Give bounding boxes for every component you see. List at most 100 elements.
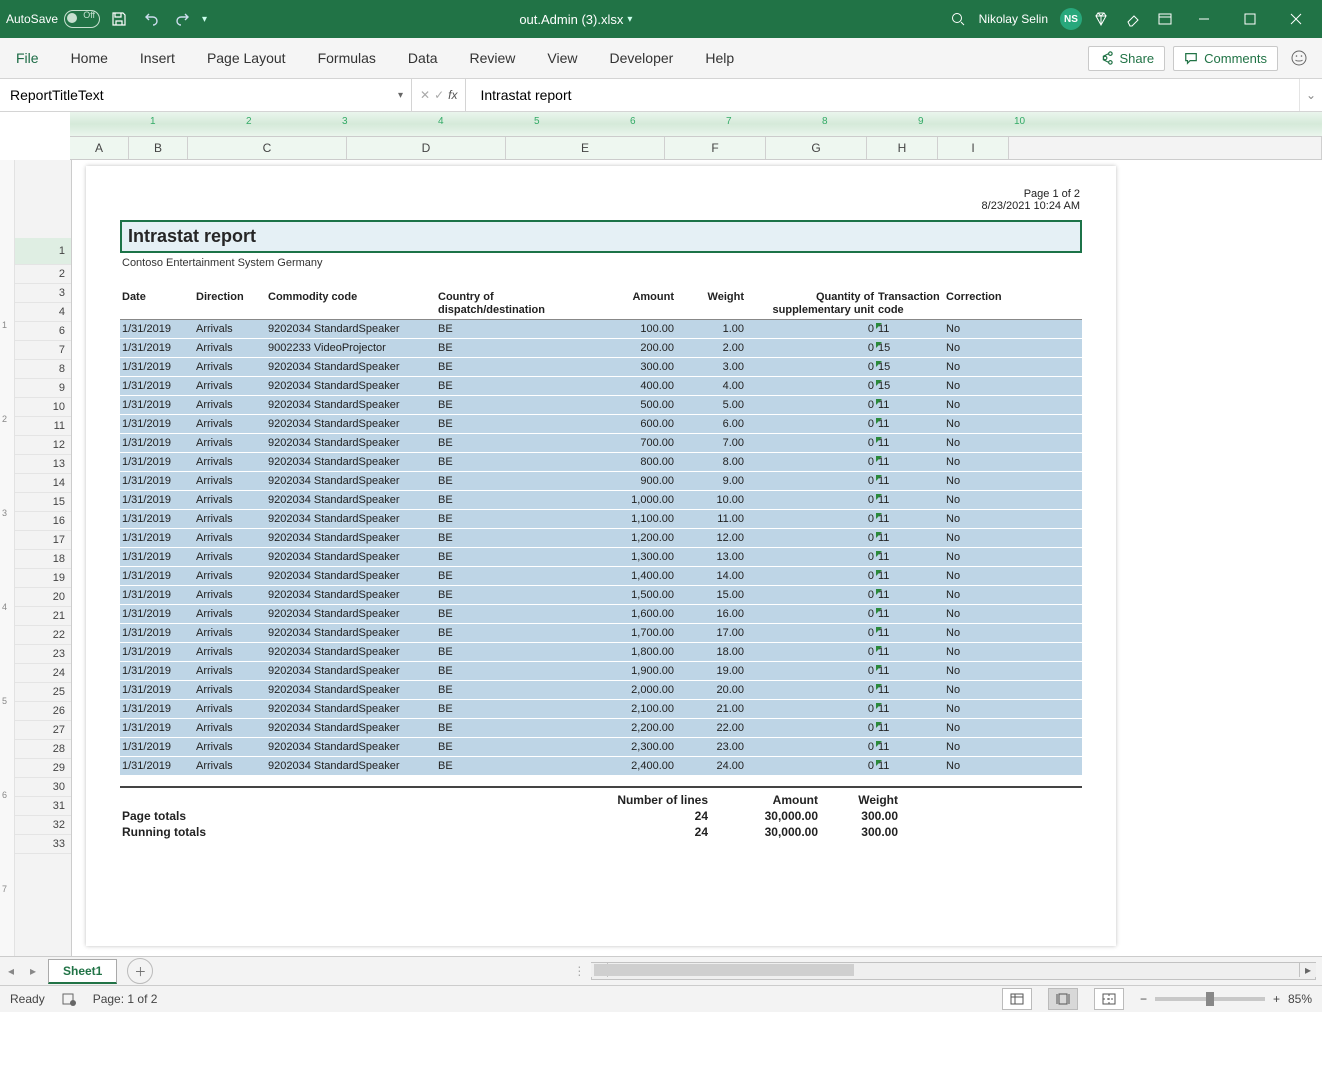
view-normal-icon[interactable] bbox=[1002, 988, 1032, 1010]
table-row[interactable]: 1/31/2019Arrivals9002233 VideoProjectorB… bbox=[120, 339, 1082, 358]
table-row[interactable]: 1/31/2019Arrivals9202034 StandardSpeaker… bbox=[120, 434, 1082, 453]
split-handle-icon[interactable]: ⋮ bbox=[573, 964, 585, 978]
row-header[interactable]: 25 bbox=[15, 683, 71, 702]
row-header[interactable]: 17 bbox=[15, 531, 71, 550]
column-header[interactable]: A bbox=[70, 137, 129, 159]
sheet-nav-prev-icon[interactable]: ◂ bbox=[0, 964, 22, 978]
row-header[interactable]: 15 bbox=[15, 493, 71, 512]
row-header[interactable]: 18 bbox=[15, 550, 71, 569]
close-button[interactable] bbox=[1276, 0, 1316, 38]
search-icon[interactable] bbox=[945, 6, 971, 32]
tab-developer[interactable]: Developer bbox=[604, 44, 680, 72]
table-row[interactable]: 1/31/2019Arrivals9202034 StandardSpeaker… bbox=[120, 643, 1082, 662]
column-header[interactable]: D bbox=[347, 137, 506, 159]
table-row[interactable]: 1/31/2019Arrivals9202034 StandardSpeaker… bbox=[120, 396, 1082, 415]
row-header[interactable]: 6 bbox=[15, 322, 71, 341]
save-icon[interactable] bbox=[106, 6, 132, 32]
table-row[interactable]: 1/31/2019Arrivals9202034 StandardSpeaker… bbox=[120, 719, 1082, 738]
row-header[interactable]: 33 bbox=[15, 835, 71, 854]
table-row[interactable]: 1/31/2019Arrivals9202034 StandardSpeaker… bbox=[120, 491, 1082, 510]
table-row[interactable]: 1/31/2019Arrivals9202034 StandardSpeaker… bbox=[120, 453, 1082, 472]
column-header[interactable]: G bbox=[766, 137, 867, 159]
macro-record-icon[interactable] bbox=[61, 991, 77, 1007]
feedback-smile-icon[interactable] bbox=[1286, 45, 1312, 71]
row-headers[interactable]: 1234678910111213141516171819202122232425… bbox=[15, 160, 72, 956]
row-header[interactable]: 8 bbox=[15, 360, 71, 379]
row-header[interactable]: 4 bbox=[15, 303, 71, 322]
accept-formula-icon[interactable]: ✓ bbox=[434, 88, 444, 102]
table-row[interactable]: 1/31/2019Arrivals9202034 StandardSpeaker… bbox=[120, 548, 1082, 567]
row-header[interactable]: 19 bbox=[15, 569, 71, 588]
redo-icon[interactable] bbox=[170, 6, 196, 32]
zoom-in-icon[interactable]: + bbox=[1273, 992, 1280, 1006]
table-row[interactable]: 1/31/2019Arrivals9202034 StandardSpeaker… bbox=[120, 681, 1082, 700]
table-row[interactable]: 1/31/2019Arrivals9202034 StandardSpeaker… bbox=[120, 738, 1082, 757]
tab-data[interactable]: Data bbox=[402, 44, 444, 72]
user-avatar[interactable]: NS bbox=[1060, 8, 1082, 30]
view-page-layout-icon[interactable] bbox=[1048, 988, 1078, 1010]
comments-button[interactable]: Comments bbox=[1173, 46, 1278, 71]
user-name[interactable]: Nikolay Selin bbox=[979, 12, 1048, 26]
formula-input-wrap[interactable] bbox=[466, 79, 1299, 111]
tab-file[interactable]: File bbox=[10, 44, 45, 72]
row-header[interactable]: 13 bbox=[15, 455, 71, 474]
row-header[interactable]: 24 bbox=[15, 664, 71, 683]
row-header[interactable]: 27 bbox=[15, 721, 71, 740]
row-header[interactable]: 26 bbox=[15, 702, 71, 721]
share-button[interactable]: Share bbox=[1088, 46, 1165, 71]
column-header[interactable]: B bbox=[129, 137, 188, 159]
row-header[interactable]: 14 bbox=[15, 474, 71, 493]
zoom-out-icon[interactable]: − bbox=[1140, 992, 1147, 1006]
scroll-right-icon[interactable]: ▸ bbox=[1299, 963, 1316, 977]
row-header[interactable]: 30 bbox=[15, 778, 71, 797]
sheet-nav-next-icon[interactable]: ▸ bbox=[22, 964, 44, 978]
column-header[interactable]: I bbox=[938, 137, 1009, 159]
autosave-toggle[interactable]: AutoSave Off bbox=[6, 10, 100, 28]
title-dropdown-icon[interactable]: ▾ bbox=[627, 14, 632, 25]
row-header[interactable]: 12 bbox=[15, 436, 71, 455]
row-header[interactable]: 23 bbox=[15, 645, 71, 664]
row-header[interactable]: 9 bbox=[15, 379, 71, 398]
tab-view[interactable]: View bbox=[541, 44, 583, 72]
column-headers[interactable]: ABCDEFGHI bbox=[70, 137, 1322, 160]
column-header[interactable]: E bbox=[506, 137, 665, 159]
tab-review[interactable]: Review bbox=[464, 44, 522, 72]
row-header[interactable]: 32 bbox=[15, 816, 71, 835]
cancel-formula-icon[interactable]: ✕ bbox=[420, 88, 430, 102]
scrollbar-thumb[interactable] bbox=[594, 964, 854, 976]
name-box[interactable]: ▾ bbox=[0, 79, 412, 111]
table-row[interactable]: 1/31/2019Arrivals9202034 StandardSpeaker… bbox=[120, 624, 1082, 643]
row-header[interactable]: 21 bbox=[15, 607, 71, 626]
row-header[interactable]: 31 bbox=[15, 797, 71, 816]
eraser-icon[interactable] bbox=[1120, 6, 1146, 32]
row-header[interactable]: 3 bbox=[15, 284, 71, 303]
row-header[interactable]: 10 bbox=[15, 398, 71, 417]
column-header[interactable]: C bbox=[188, 137, 347, 159]
row-header[interactable]: 7 bbox=[15, 341, 71, 360]
row-header[interactable]: 11 bbox=[15, 417, 71, 436]
qat-customize-icon[interactable]: ▾ bbox=[202, 14, 207, 25]
table-row[interactable]: 1/31/2019Arrivals9202034 StandardSpeaker… bbox=[120, 662, 1082, 681]
table-row[interactable]: 1/31/2019Arrivals9202034 StandardSpeaker… bbox=[120, 377, 1082, 396]
report-title-cell[interactable]: Intrastat report bbox=[120, 220, 1082, 253]
tab-formulas[interactable]: Formulas bbox=[312, 44, 382, 72]
row-header[interactable]: 1 bbox=[15, 238, 71, 265]
table-row[interactable]: 1/31/2019Arrivals9202034 StandardSpeaker… bbox=[120, 700, 1082, 719]
table-row[interactable]: 1/31/2019Arrivals9202034 StandardSpeaker… bbox=[120, 605, 1082, 624]
tab-home[interactable]: Home bbox=[65, 44, 114, 72]
column-header[interactable]: H bbox=[867, 137, 938, 159]
row-header[interactable]: 2 bbox=[15, 265, 71, 284]
view-page-break-icon[interactable] bbox=[1094, 988, 1124, 1010]
tab-insert[interactable]: Insert bbox=[134, 44, 181, 72]
table-row[interactable]: 1/31/2019Arrivals9202034 StandardSpeaker… bbox=[120, 586, 1082, 605]
table-row[interactable]: 1/31/2019Arrivals9202034 StandardSpeaker… bbox=[120, 358, 1082, 377]
table-row[interactable]: 1/31/2019Arrivals9202034 StandardSpeaker… bbox=[120, 567, 1082, 586]
table-row[interactable]: 1/31/2019Arrivals9202034 StandardSpeaker… bbox=[120, 529, 1082, 548]
tab-page-layout[interactable]: Page Layout bbox=[201, 44, 292, 72]
add-sheet-icon[interactable]: ＋ bbox=[127, 958, 153, 984]
zoom-level[interactable]: 85% bbox=[1288, 992, 1312, 1006]
ribbon-display-icon[interactable] bbox=[1152, 6, 1178, 32]
table-row[interactable]: 1/31/2019Arrivals9202034 StandardSpeaker… bbox=[120, 415, 1082, 434]
maximize-button[interactable] bbox=[1230, 0, 1270, 38]
table-row[interactable]: 1/31/2019Arrivals9202034 StandardSpeaker… bbox=[120, 757, 1082, 776]
